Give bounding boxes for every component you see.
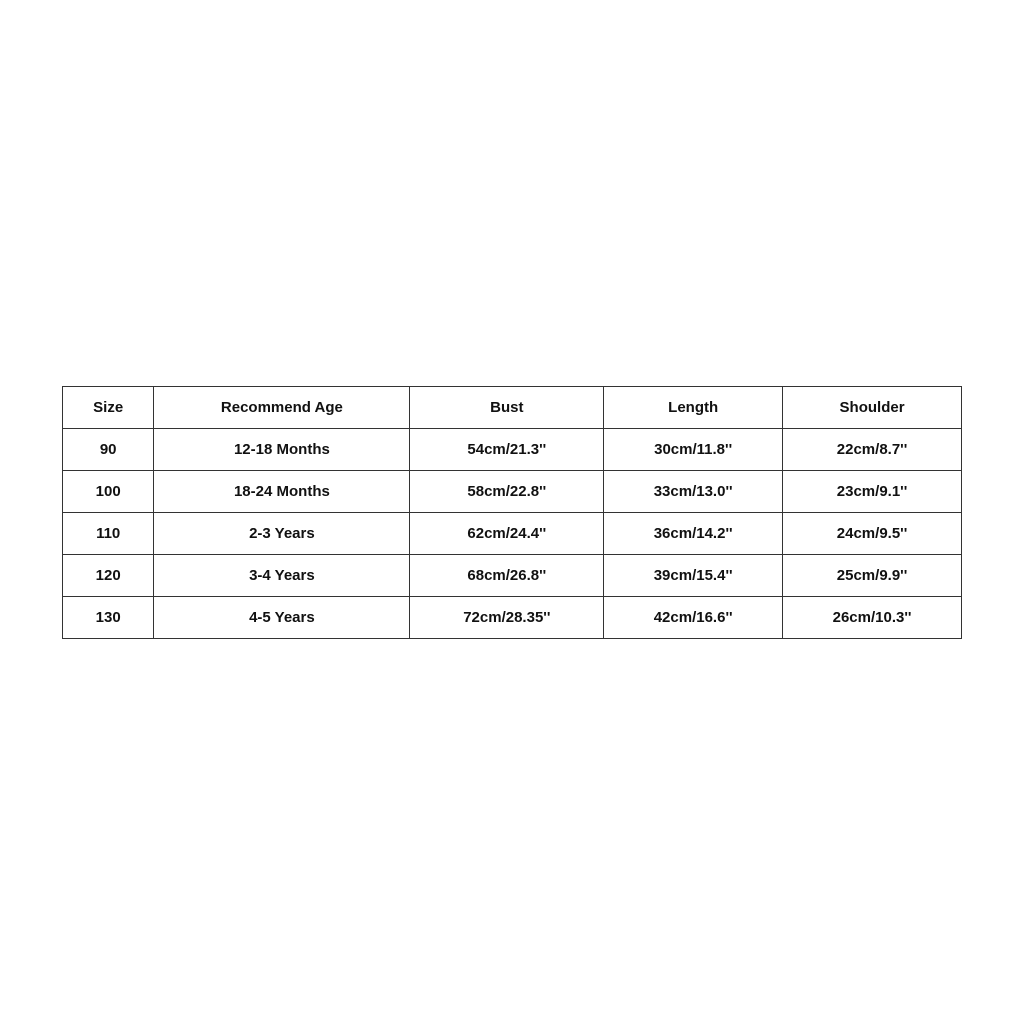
col-header-length: Length [604, 386, 783, 428]
cell-bust: 62cm/24.4'' [410, 512, 604, 554]
size-chart-table: Size Recommend Age Bust Length Shoulder … [62, 386, 962, 639]
cell-size: 110 [63, 512, 154, 554]
cell-size: 100 [63, 470, 154, 512]
cell-shoulder: 26cm/10.3'' [783, 596, 962, 638]
cell-length: 36cm/14.2'' [604, 512, 783, 554]
table-row: 1304-5 Years72cm/28.35''42cm/16.6''26cm/… [63, 596, 962, 638]
cell-length: 33cm/13.0'' [604, 470, 783, 512]
cell-shoulder: 25cm/9.9'' [783, 554, 962, 596]
cell-length: 42cm/16.6'' [604, 596, 783, 638]
cell-age: 18-24 Months [154, 470, 410, 512]
cell-age: 12-18 Months [154, 428, 410, 470]
table-row: 10018-24 Months58cm/22.8''33cm/13.0''23c… [63, 470, 962, 512]
table-row: 1203-4 Years68cm/26.8''39cm/15.4''25cm/9… [63, 554, 962, 596]
col-header-bust: Bust [410, 386, 604, 428]
cell-age: 2-3 Years [154, 512, 410, 554]
cell-age: 3-4 Years [154, 554, 410, 596]
cell-bust: 72cm/28.35'' [410, 596, 604, 638]
cell-length: 30cm/11.8'' [604, 428, 783, 470]
size-chart-container: Size Recommend Age Bust Length Shoulder … [62, 386, 962, 639]
cell-length: 39cm/15.4'' [604, 554, 783, 596]
col-header-size: Size [63, 386, 154, 428]
table-row: 9012-18 Months54cm/21.3''30cm/11.8''22cm… [63, 428, 962, 470]
cell-bust: 68cm/26.8'' [410, 554, 604, 596]
cell-shoulder: 23cm/9.1'' [783, 470, 962, 512]
col-header-recommend-age: Recommend Age [154, 386, 410, 428]
cell-size: 90 [63, 428, 154, 470]
cell-age: 4-5 Years [154, 596, 410, 638]
cell-shoulder: 24cm/9.5'' [783, 512, 962, 554]
table-header-row: Size Recommend Age Bust Length Shoulder [63, 386, 962, 428]
cell-bust: 58cm/22.8'' [410, 470, 604, 512]
table-row: 1102-3 Years62cm/24.4''36cm/14.2''24cm/9… [63, 512, 962, 554]
col-header-shoulder: Shoulder [783, 386, 962, 428]
cell-size: 130 [63, 596, 154, 638]
cell-size: 120 [63, 554, 154, 596]
cell-bust: 54cm/21.3'' [410, 428, 604, 470]
cell-shoulder: 22cm/8.7'' [783, 428, 962, 470]
